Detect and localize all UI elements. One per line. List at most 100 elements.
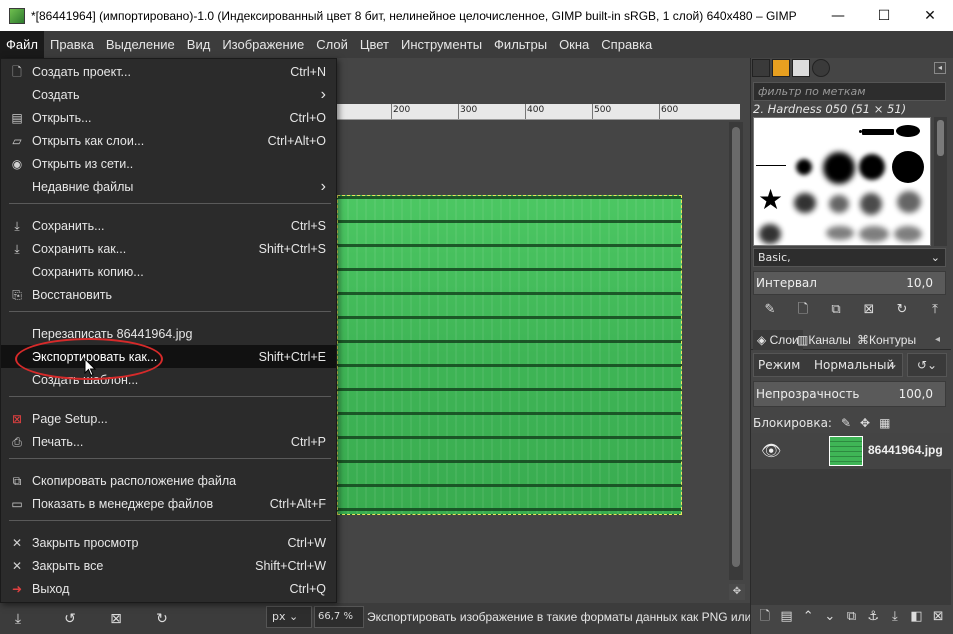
menu-overwrite[interactable]: Перезаписать 86441964.jpg — [1, 322, 336, 345]
brush-item[interactable] — [860, 193, 882, 215]
brush-item[interactable] — [896, 125, 920, 137]
pattern-tab-icon[interactable] — [772, 59, 790, 77]
minimize-button[interactable]: — — [815, 0, 861, 31]
menu-tools[interactable]: Инструменты — [395, 31, 488, 58]
brush-item[interactable] — [862, 129, 894, 135]
menu-print[interactable]: ⎙ Печать... Ctrl+P — [1, 430, 336, 453]
brush-item[interactable] — [894, 226, 922, 242]
brush-item[interactable] — [823, 152, 855, 184]
merge-layer-icon[interactable]: ⤓ — [886, 608, 904, 626]
dock-menu-icon[interactable]: ◂ — [934, 62, 946, 74]
menu-file[interactable]: Файл — [0, 31, 44, 58]
menu-page-setup[interactable]: ⊠ Page Setup... — [1, 407, 336, 430]
brush-preset-select[interactable]: Basic, ⌄ — [753, 248, 946, 267]
help-tab-icon[interactable] — [812, 59, 830, 77]
refresh-brushes-icon[interactable]: ↻ — [892, 301, 912, 319]
image-canvas[interactable] — [337, 195, 682, 515]
menu-copy-location[interactable]: ⧉ Скопировать расположение файла — [1, 469, 336, 492]
navigate-icon[interactable]: ✥ — [729, 584, 745, 600]
opacity-slider[interactable]: Непрозрачность 100,0 — [753, 381, 946, 407]
lock-position-icon[interactable]: ✥ — [860, 416, 870, 430]
menu-show-in-file-manager[interactable]: ▭ Показать в менеджере файлов Ctrl+Alt+F — [1, 492, 336, 515]
menu-export-as[interactable]: Экспортировать как... Shift+Ctrl+E — [1, 345, 336, 368]
reset-options-icon[interactable]: ↻ — [152, 609, 172, 629]
edit-brush-icon[interactable]: ✎ — [760, 301, 780, 319]
brush-item[interactable] — [759, 224, 781, 244]
tab-paths[interactable]: ⌘Контуры — [857, 330, 916, 350]
delete-options-icon[interactable]: ⊠ — [106, 609, 126, 629]
menu-open-as-layers[interactable]: ▱ Открыть как слои... Ctrl+Alt+O — [1, 129, 336, 152]
menu-image[interactable]: Изображение — [216, 31, 310, 58]
anchor-layer-icon[interactable]: ⚓ — [864, 608, 882, 626]
menu-save-copy[interactable]: Сохранить копию... — [1, 260, 336, 283]
scrollbar-thumb[interactable] — [937, 120, 944, 156]
menu-recent[interactable]: Недавние файлы › — [1, 175, 336, 198]
new-layer-icon[interactable]: 🗋 — [756, 608, 774, 626]
menu-create[interactable]: Создать › — [1, 83, 336, 106]
menu-save[interactable]: ⤓ Сохранить... Ctrl+S — [1, 214, 336, 237]
brush-item[interactable] — [892, 151, 924, 183]
delete-layer-icon[interactable]: ⊠ — [929, 608, 947, 626]
brush-to-image-icon[interactable]: ⤒ — [925, 301, 945, 319]
brush-tag-filter[interactable]: фильтр по меткам — [753, 82, 946, 101]
lock-alpha-icon[interactable]: ▦ — [879, 416, 890, 430]
menu-colors[interactable]: Цвет — [354, 31, 395, 58]
font-tab-icon[interactable] — [792, 59, 810, 77]
menu-close-all[interactable]: ✕ Закрыть все Shift+Ctrl+W — [1, 554, 336, 577]
save-as-icon: ⤓ — [14, 241, 20, 256]
mode-options-icon[interactable]: ↺⌄ — [907, 353, 947, 377]
menu-windows[interactable]: Окна — [553, 31, 595, 58]
menu-save-as[interactable]: ⤓ Сохранить как... Shift+Ctrl+S — [1, 237, 336, 260]
new-layer-group-icon[interactable]: ▤ — [778, 608, 796, 626]
menu-open-location[interactable]: ◉ Открыть из сети.. — [1, 152, 336, 175]
brush-item[interactable] — [897, 191, 921, 213]
tab-channels[interactable]: ▥Каналы — [797, 330, 851, 350]
delete-brush-icon[interactable]: ⊠ — [859, 301, 879, 319]
vertical-scrollbar[interactable] — [729, 122, 743, 580]
layer-row[interactable]: 👁 86441964.jpg — [751, 433, 951, 469]
menu-close-view[interactable]: ✕ Закрыть просмотр Ctrl+W — [1, 531, 336, 554]
scrollbar-thumb[interactable] — [732, 127, 740, 567]
brush-item[interactable] — [796, 159, 812, 175]
spacing-slider[interactable]: Интервал 10,0 — [753, 271, 946, 295]
menu-layer[interactable]: Слой — [310, 31, 354, 58]
menu-create-template[interactable]: Создать шаблон... — [1, 368, 336, 391]
close-window-button[interactable]: ✕ — [907, 0, 953, 31]
duplicate-brush-icon[interactable]: ⧉ — [826, 301, 846, 319]
visibility-eye-icon[interactable]: 👁 — [761, 441, 781, 460]
layer-mode-select[interactable]: Режим Нормальный ⌄ — [753, 353, 903, 377]
star-brush-icon[interactable]: ★ — [758, 186, 783, 214]
lock-pixels-icon[interactable]: ✎ — [841, 416, 851, 430]
new-brush-icon[interactable]: 🗋 — [793, 301, 813, 319]
menu-help[interactable]: Справка — [595, 31, 658, 58]
duplicate-layer-icon[interactable]: ⧉ — [843, 608, 861, 626]
zoom-select[interactable]: 66,7 % ⌄ — [314, 606, 364, 634]
menu-edit[interactable]: Правка — [44, 31, 100, 58]
menu-new[interactable]: 🗋 Создать проект... Ctrl+N — [1, 60, 336, 83]
brush-item[interactable] — [829, 195, 849, 213]
menu-filters[interactable]: Фильтры — [488, 31, 553, 58]
brush-grid[interactable]: ★ — [753, 117, 931, 246]
menu-select[interactable]: Выделение — [100, 31, 181, 58]
brush-scrollbar[interactable] — [934, 117, 947, 246]
dock-menu-icon[interactable]: ◂ — [935, 330, 940, 350]
brush-item[interactable] — [859, 226, 889, 242]
menu-quit[interactable]: ➜ Выход Ctrl+Q — [1, 577, 336, 600]
maximize-button[interactable]: ☐ — [861, 0, 907, 31]
brush-item[interactable] — [756, 165, 786, 166]
lower-layer-icon[interactable]: ⌄ — [821, 608, 839, 626]
raise-layer-icon[interactable]: ⌃ — [799, 608, 817, 626]
menu-revert[interactable]: ⎘ Восстановить — [1, 283, 336, 306]
save-options-icon[interactable]: ⤓ — [8, 609, 28, 629]
restore-options-icon[interactable]: ↺ — [60, 609, 80, 629]
brush-item[interactable] — [859, 154, 885, 180]
brush-tab-icon[interactable] — [752, 59, 770, 77]
brush-item[interactable] — [826, 226, 854, 240]
tab-layers[interactable]: ◈ Слои — [753, 330, 803, 350]
unit-select[interactable]: px ⌄ — [266, 606, 312, 628]
ruler-label: 500 — [594, 105, 612, 115]
layer-mask-icon[interactable]: ◧ — [908, 608, 926, 626]
menu-view[interactable]: Вид — [181, 31, 217, 58]
brush-item[interactable] — [794, 193, 816, 213]
menu-open[interactable]: ▤ Открыть... Ctrl+O — [1, 106, 336, 129]
